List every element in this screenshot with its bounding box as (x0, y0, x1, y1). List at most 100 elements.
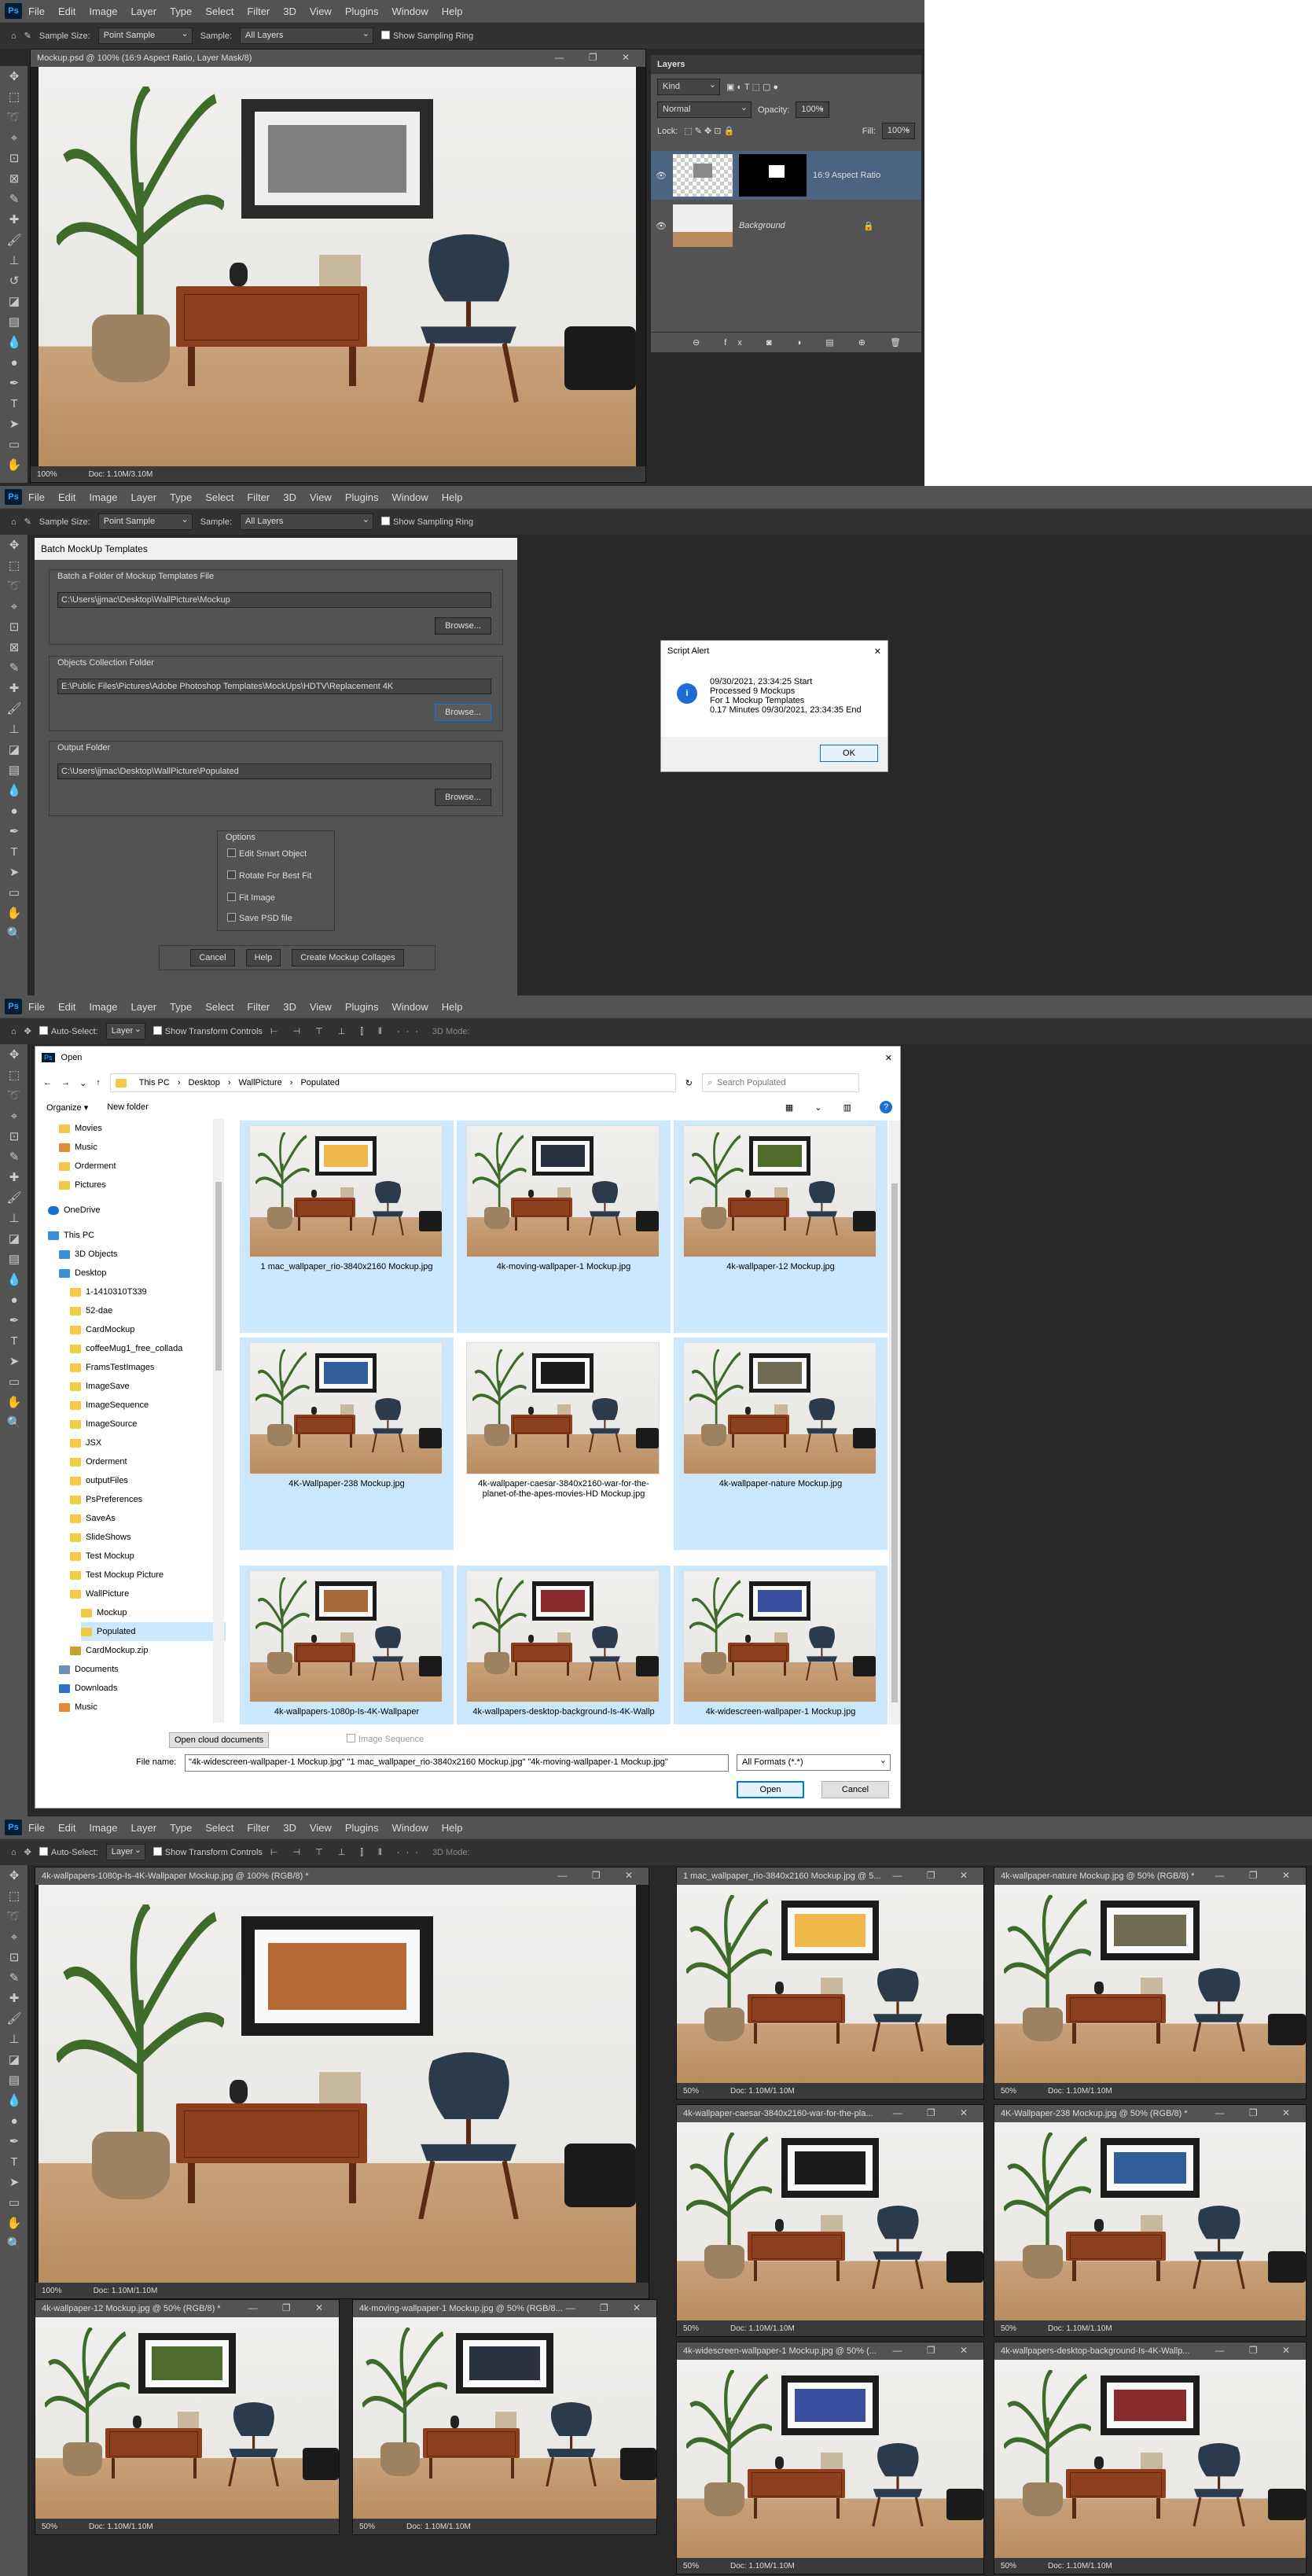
menu-plugins[interactable]: Plugins (345, 1001, 379, 1013)
lasso-icon[interactable]: ➰ (0, 107, 28, 127)
menu-type[interactable]: Type (170, 1822, 192, 1834)
tree-item[interactable]: CardMockup.zip (70, 1641, 226, 1660)
stamp-icon[interactable]: ⊥ (0, 2029, 28, 2049)
zoom-level[interactable]: 50% (683, 2562, 699, 2570)
menu-image[interactable]: Image (89, 1822, 117, 1834)
opacity-value[interactable]: 100% (796, 101, 829, 118)
zoom-icon[interactable]: 🔍 (0, 1412, 28, 1433)
type-icon[interactable]: T (0, 393, 28, 414)
document-tab[interactable]: 4K-Wallpaper-238 Mockup.jpg @ 50% (RGB/8… (994, 2105, 1306, 2122)
forward-icon[interactable]: → (61, 1078, 70, 1087)
tree-item[interactable]: Orderment (59, 1157, 226, 1176)
pen-icon[interactable]: ✒ (0, 821, 28, 841)
menu-view[interactable]: View (310, 491, 332, 503)
tree-item[interactable]: 3D Objects (59, 1245, 226, 1264)
canvas[interactable] (994, 1885, 1306, 2083)
file-item[interactable]: 4k-wallpaper-caesar-3840x2160-war-for-th… (457, 1338, 671, 1550)
move-icon[interactable]: ✥ (0, 1044, 28, 1065)
menu-select[interactable]: Select (205, 491, 233, 503)
opt-rotate[interactable]: Rotate For Best Fit (227, 870, 311, 881)
hand-icon[interactable]: ✋ (0, 454, 28, 475)
tree-item[interactable]: ImageSave (70, 1377, 226, 1396)
tree-item[interactable]: OneDrive (48, 1201, 226, 1220)
hand-icon[interactable]: ✋ (0, 1392, 28, 1412)
menu-edit[interactable]: Edit (58, 6, 75, 17)
home-icon[interactable]: ⌂ (11, 1027, 17, 1036)
canvas[interactable] (39, 67, 636, 466)
crop-icon[interactable]: ⊡ (0, 1126, 28, 1146)
close-icon[interactable]: ✕ (885, 1053, 900, 1063)
eye-icon[interactable]: 👁 (656, 221, 667, 231)
zoom-level[interactable]: 100% (37, 470, 57, 479)
menu-layer[interactable]: Layer (131, 1001, 157, 1013)
zoom-level[interactable]: 100% (42, 2287, 62, 2295)
file-item[interactable]: 4k-wallpapers-1080p-Is-4K-Wallpaper (240, 1566, 454, 1724)
fill-value[interactable]: 100% (881, 123, 915, 139)
tree-item[interactable]: outputFiles (70, 1471, 226, 1490)
layer-row-background[interactable]: 👁 Background 🔒 (651, 201, 921, 250)
transform-controls-checkbox[interactable]: Show Transform Controls (153, 1847, 263, 1857)
eye-icon[interactable]: 👁 (656, 171, 667, 181)
tree-item[interactable]: coffeeMug1_free_collada (70, 1339, 226, 1358)
pen-icon[interactable]: ✒ (0, 1310, 28, 1330)
document-tab[interactable]: 4k-wallpapers-1080p-Is-4K-Wallpaper Mock… (35, 1868, 649, 1885)
nav-scrollbar[interactable] (213, 1119, 224, 1723)
canvas[interactable] (353, 2317, 656, 2519)
type-icon[interactable]: T (0, 2151, 28, 2172)
menu-plugins[interactable]: Plugins (345, 1822, 379, 1834)
marquee-icon[interactable]: ⬚ (0, 1065, 28, 1085)
zoom-level[interactable]: 50% (683, 2324, 699, 2333)
sample-select[interactable]: All Layers (240, 513, 374, 530)
close-icon[interactable]: ✕ (874, 646, 888, 657)
menu-select[interactable]: Select (205, 1822, 233, 1834)
heal-icon[interactable]: ✚ (0, 678, 28, 698)
window-controls[interactable]: — ❐ ✕ (558, 1870, 644, 1881)
history-brush-icon[interactable]: ↺ (0, 270, 28, 291)
sampling-ring-checkbox[interactable]: Show Sampling Ring (381, 517, 473, 527)
view-icons[interactable]: ▦ ⌄ ▥ (785, 1102, 861, 1113)
organize-button[interactable]: Organize ▾ (46, 1102, 88, 1113)
path-select-icon[interactable]: ➤ (0, 862, 28, 882)
window-controls[interactable]: — ❐ ✕ (555, 52, 641, 63)
menu-layer[interactable]: Layer (131, 491, 157, 503)
file-item[interactable]: 4K-Wallpaper-238 Mockup.jpg (240, 1338, 454, 1550)
zoom-level[interactable]: 50% (1001, 2324, 1016, 2333)
blur-icon[interactable]: 💧 (0, 780, 28, 800)
zoom-level[interactable]: 50% (359, 2523, 375, 2531)
shape-icon[interactable]: ▭ (0, 434, 28, 454)
menu-view[interactable]: View (310, 6, 332, 17)
select-icon[interactable]: ⌖ (0, 1926, 28, 1947)
menu-file[interactable]: File (28, 1001, 45, 1013)
menu-plugins[interactable]: Plugins (345, 6, 379, 17)
crumb-desktop[interactable]: Desktop (189, 1078, 220, 1087)
document-tab[interactable]: 4k-widescreen-wallpaper-1 Mockup.jpg @ 5… (677, 2342, 983, 2360)
tree-item[interactable]: Pictures (59, 1176, 226, 1194)
dodge-icon[interactable]: ● (0, 2110, 28, 2131)
crumb-wallpicture[interactable]: WallPicture (239, 1078, 282, 1087)
search-input[interactable]: ⌕ Search Populated (701, 1073, 859, 1092)
zoom-icon[interactable]: 🔍 (0, 2233, 28, 2254)
menu-file[interactable]: File (28, 6, 45, 17)
menu-help[interactable]: Help (442, 6, 463, 17)
tree-item[interactable]: FramsTestImages (70, 1358, 226, 1377)
menu-help[interactable]: Help (442, 491, 463, 503)
sample-size-select[interactable]: Point Sample (97, 28, 193, 44)
eraser-icon[interactable]: ◪ (0, 739, 28, 760)
document-tab[interactable]: 4k-wallpaper-caesar-3840x2160-war-for-th… (677, 2105, 983, 2122)
menu-edit[interactable]: Edit (58, 1822, 75, 1834)
path-select-icon[interactable]: ➤ (0, 2172, 28, 2192)
select-icon[interactable]: ⌖ (0, 127, 28, 148)
stamp-icon[interactable]: ⊥ (0, 719, 28, 739)
breadcrumb[interactable]: This PC › Desktop › WallPicture › Populated (109, 1073, 676, 1092)
gradient-icon[interactable]: ▤ (0, 760, 28, 780)
hand-icon[interactable]: ✋ (0, 903, 28, 923)
lasso-icon[interactable]: ➰ (0, 1085, 28, 1106)
canvas[interactable] (994, 2122, 1306, 2320)
marquee-icon[interactable]: ⬚ (0, 1886, 28, 1906)
tree-item[interactable]: Desktop (59, 1264, 226, 1282)
browse-button-1[interactable]: Browse... (435, 617, 491, 635)
canvas[interactable] (677, 2122, 983, 2320)
templates-path[interactable]: C:\Users\jjmac\Desktop\WallPicture\Mocku… (57, 592, 491, 608)
eyedropper-icon[interactable]: ✎ (24, 517, 31, 527)
window-controls[interactable]: — ❐ ✕ (893, 2107, 979, 2118)
